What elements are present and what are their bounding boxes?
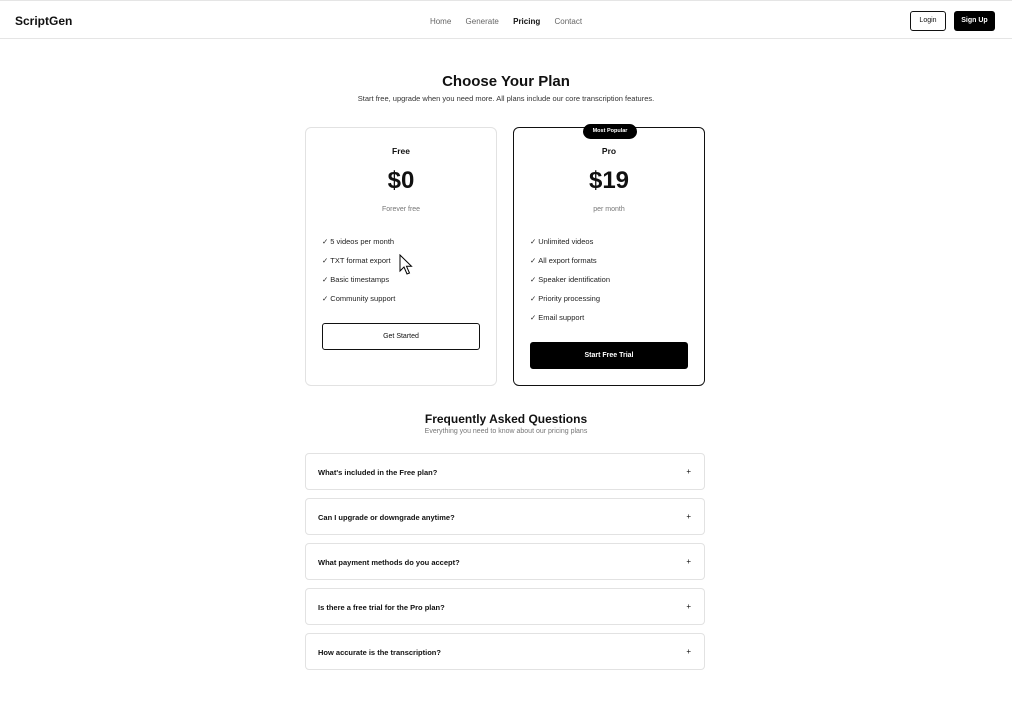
- expand-plus-icon[interactable]: +: [686, 467, 691, 476]
- plan-period: Forever free: [381, 206, 421, 213]
- feature-item: ✓ Speaker identification: [530, 275, 611, 284]
- main-nav: Home Generate Pricing Contact: [0, 17, 1012, 26]
- login-button[interactable]: Login: [910, 11, 946, 31]
- nav-link-pricing[interactable]: Pricing: [513, 17, 540, 26]
- get-started-button[interactable]: Get Started: [322, 323, 480, 350]
- plan-name: Free: [392, 146, 410, 156]
- check-icon: ✓: [322, 256, 329, 265]
- expand-plus-icon[interactable]: +: [686, 512, 691, 521]
- check-icon: ✓: [530, 256, 537, 265]
- feature-item: ✓ 5 videos per month: [322, 237, 395, 246]
- faq-title: Frequently Asked Questions: [424, 412, 588, 426]
- feature-item: ✓ Priority processing: [530, 294, 600, 303]
- feature-item: ✓ Email support: [530, 313, 585, 322]
- start-free-trial-button[interactable]: Start Free Trial: [530, 342, 688, 369]
- faq-item[interactable]: How accurate is the transcription? +: [305, 633, 705, 670]
- faq-item[interactable]: Is there a free trial for the Pro plan? …: [305, 588, 705, 625]
- plan-period: per month: [593, 206, 625, 213]
- faq-question: Is there a free trial for the Pro plan?: [318, 603, 445, 612]
- check-icon: ✓: [530, 237, 537, 246]
- plan-name: Pro: [601, 146, 617, 156]
- plan-price: $0: [387, 167, 415, 194]
- expand-plus-icon[interactable]: +: [686, 647, 691, 656]
- page-subtitle: Start free, upgrade when you need more. …: [357, 94, 655, 103]
- faq-item[interactable]: What payment methods do you accept? +: [305, 543, 705, 580]
- expand-plus-icon[interactable]: +: [686, 602, 691, 611]
- faq-item[interactable]: Can I upgrade or downgrade anytime? +: [305, 498, 705, 535]
- page-title: Choose Your Plan: [442, 73, 570, 90]
- nav-link-home[interactable]: Home: [430, 17, 451, 26]
- check-icon: ✓: [530, 294, 537, 303]
- plan-price: $19: [588, 167, 630, 194]
- nav-link-contact[interactable]: Contact: [554, 17, 582, 26]
- nav-link-generate[interactable]: Generate: [466, 17, 499, 26]
- check-icon: ✓: [530, 313, 537, 322]
- feature-list: ✓ Unlimited videos ✓ All export formats ✓ S…: [530, 237, 610, 332]
- feature-item: ✓ Basic timestamps: [322, 275, 390, 284]
- check-icon: ✓: [322, 275, 329, 284]
- faq-question: How accurate is the transcription?: [318, 648, 441, 657]
- check-icon: ✓: [322, 294, 329, 303]
- faq-question: What's included in the Free plan?: [318, 468, 438, 477]
- mouse-cursor-icon: [399, 254, 413, 275]
- faq-question: Can I upgrade or downgrade anytime?: [318, 513, 455, 522]
- check-icon: ✓: [530, 275, 537, 284]
- feature-item: ✓ TXT format export: [322, 256, 391, 265]
- check-icon: ✓: [322, 237, 329, 246]
- most-popular-badge: Most Popular: [583, 124, 637, 139]
- faq-subtitle: Everything you need to know about our pr…: [424, 428, 588, 435]
- feature-list: ✓ 5 videos per month ✓ TXT format export ✓…: [322, 237, 395, 313]
- top-navbar: ScriptGen Home Generate Pricing Contact …: [0, 0, 1012, 39]
- feature-item: ✓ All export formats: [530, 256, 597, 265]
- expand-plus-icon[interactable]: +: [686, 557, 691, 566]
- signup-button[interactable]: Sign Up: [954, 11, 995, 31]
- plan-card-pro: Most Popular Pro $19 per month ✓ Unlimite…: [513, 124, 705, 386]
- faq-item[interactable]: What's included in the Free plan? +: [305, 453, 705, 490]
- feature-item: ✓ Community support: [322, 294, 396, 303]
- faq-question: What payment methods do you accept?: [318, 558, 460, 567]
- feature-item: ✓ Unlimited videos: [530, 237, 594, 246]
